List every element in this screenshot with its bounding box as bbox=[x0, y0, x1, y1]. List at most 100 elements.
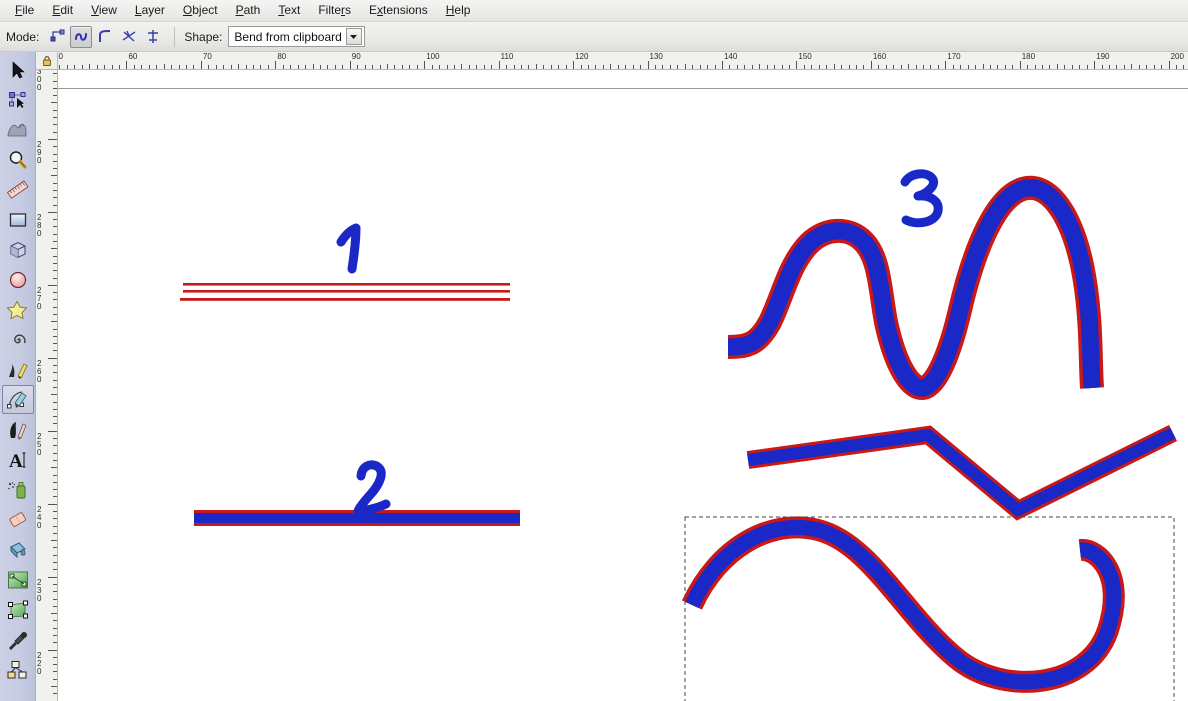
ruler-label: 90 bbox=[351, 52, 361, 61]
ruler-minor-tick bbox=[53, 416, 57, 418]
shape-dropdown[interactable]: Bend from clipboard bbox=[228, 26, 365, 47]
tool-spray[interactable] bbox=[2, 475, 34, 504]
ruler-minor-tick bbox=[53, 328, 57, 330]
ruler-minor-tick bbox=[178, 65, 180, 69]
menu-item-edit[interactable]: Edit bbox=[43, 1, 82, 20]
ruler-minor-tick bbox=[53, 277, 57, 279]
ruler-minor-tick bbox=[215, 65, 217, 69]
ruler-minor-tick bbox=[53, 401, 57, 403]
ruler-minor-tick bbox=[59, 65, 61, 69]
ruler-minor-tick bbox=[587, 65, 589, 69]
tool-connector[interactable] bbox=[2, 655, 34, 684]
tool-box3d[interactable] bbox=[2, 235, 34, 264]
ruler-minor-tick bbox=[379, 65, 381, 69]
ruler-label: 3 0 0 bbox=[37, 70, 41, 92]
ruler-major-tick bbox=[48, 649, 57, 651]
mode-button-paraxial[interactable] bbox=[142, 26, 164, 48]
mode-button-bspline[interactable] bbox=[94, 26, 116, 48]
ruler-minor-tick bbox=[707, 65, 709, 69]
spray-can-icon bbox=[8, 481, 26, 498]
tool-tweak[interactable] bbox=[2, 115, 34, 144]
ruler-minor-tick bbox=[53, 554, 57, 556]
menu-item-view[interactable]: View bbox=[82, 1, 126, 20]
menu-item-layer[interactable]: Layer bbox=[126, 1, 174, 20]
tool-node-editor[interactable] bbox=[2, 85, 34, 114]
magnifier-icon bbox=[9, 150, 27, 169]
drawing-canvas[interactable] bbox=[58, 70, 1188, 701]
ruler-minor-tick bbox=[1071, 65, 1073, 69]
menu-item-object[interactable]: Object bbox=[174, 1, 227, 20]
mode-button-regular-bezier[interactable] bbox=[46, 26, 68, 48]
menu-item-file[interactable]: File bbox=[6, 1, 43, 20]
ruler-minor-tick bbox=[967, 65, 969, 69]
tool-pencil[interactable] bbox=[2, 355, 34, 384]
ruler-minor-tick bbox=[483, 65, 485, 69]
ruler-major-tick bbox=[1168, 61, 1170, 69]
ruler-minor-tick bbox=[1183, 65, 1185, 69]
ruler-minor-tick bbox=[989, 65, 991, 69]
ruler-minor-tick bbox=[662, 65, 664, 69]
menu-bar: File Edit View Layer Object Path Text Fi… bbox=[0, 0, 1188, 22]
menu-item-filters[interactable]: Filters bbox=[309, 1, 360, 20]
tool-spiral[interactable] bbox=[2, 325, 34, 354]
tool-calligraphy[interactable] bbox=[2, 415, 34, 444]
ruler-major-tick bbox=[498, 61, 500, 69]
tool-eraser[interactable] bbox=[2, 505, 34, 534]
tool-dropper[interactable] bbox=[2, 625, 34, 654]
tool-selector[interactable] bbox=[2, 55, 34, 84]
ruler-minor-tick bbox=[357, 65, 359, 69]
ruler-label: 190 bbox=[1096, 52, 1110, 61]
ruler-major-tick bbox=[647, 61, 649, 69]
menu-item-help[interactable]: Help bbox=[437, 1, 480, 20]
tool-zoom[interactable] bbox=[2, 145, 34, 174]
vertical-ruler[interactable]: 3 0 0 2 9 0 2 8 0 2 7 0 2 6 0 2 5 0 2 4 0 2 3 0… bbox=[36, 70, 58, 701]
ruler-minor-tick bbox=[74, 65, 76, 69]
zigzag-path[interactable] bbox=[746, 424, 1178, 521]
ruler-minor-tick bbox=[654, 65, 656, 69]
chevron-down-icon bbox=[350, 35, 358, 39]
horizontal-ruler[interactable]: 50 60 70 80 90 100 110 120 130 140 150 160 170 180 190… bbox=[58, 52, 1188, 70]
ruler-minor-tick bbox=[51, 321, 57, 323]
ruler-minor-tick bbox=[53, 306, 57, 308]
ruler-minor-tick bbox=[930, 65, 932, 69]
ruler-minor-tick bbox=[53, 372, 57, 374]
ruler-label: 170 bbox=[947, 52, 961, 61]
menu-item-text[interactable]: Text bbox=[269, 1, 309, 20]
ruler-minor-tick bbox=[841, 65, 843, 69]
ruler-minor-tick bbox=[53, 109, 57, 111]
ruler-label: 70 bbox=[202, 52, 212, 61]
ruler-minor-tick bbox=[53, 474, 57, 476]
annotation-1 bbox=[336, 223, 361, 274]
ruler-major-tick bbox=[1094, 61, 1096, 69]
ruler-lock-corner[interactable] bbox=[36, 52, 58, 70]
menu-item-extensions[interactable]: Extensions bbox=[360, 1, 437, 20]
ruler-minor-tick bbox=[729, 65, 731, 69]
ruler-minor-tick bbox=[520, 65, 522, 69]
svg-text:A: A bbox=[9, 451, 23, 471]
tool-ellipse[interactable] bbox=[2, 265, 34, 294]
ruler-minor-tick bbox=[610, 64, 612, 69]
bezier-pen-icon bbox=[7, 390, 27, 408]
mode-button-spiro[interactable] bbox=[70, 25, 93, 48]
shape-dropdown-arrow[interactable] bbox=[345, 28, 362, 45]
tool-measure[interactable] bbox=[2, 175, 34, 204]
ruler-minor-tick bbox=[53, 656, 57, 658]
tool-star[interactable] bbox=[2, 295, 34, 324]
ruler-minor-tick bbox=[461, 64, 463, 69]
tool-bucket-fill[interactable] bbox=[2, 535, 34, 564]
tool-rectangle[interactable] bbox=[2, 205, 34, 234]
tool-mesh-gradient[interactable] bbox=[2, 595, 34, 624]
menu-item-path[interactable]: Path bbox=[227, 1, 270, 20]
ruler-minor-tick bbox=[960, 65, 962, 69]
tool-bezier-pen[interactable] bbox=[2, 385, 34, 414]
s-curve-path[interactable] bbox=[681, 516, 1125, 693]
ruler-minor-tick bbox=[53, 664, 57, 666]
tool-text[interactable]: A bbox=[2, 445, 34, 474]
ruler-minor-tick bbox=[602, 65, 604, 69]
mode-button-straight-line[interactable] bbox=[118, 26, 140, 48]
ruler-label: 200 bbox=[1170, 52, 1184, 61]
flat-striped-path-1[interactable] bbox=[180, 283, 510, 301]
tool-gradient[interactable] bbox=[2, 565, 34, 594]
ruler-label: 50 bbox=[58, 52, 63, 61]
ruler-minor-tick bbox=[53, 241, 57, 243]
